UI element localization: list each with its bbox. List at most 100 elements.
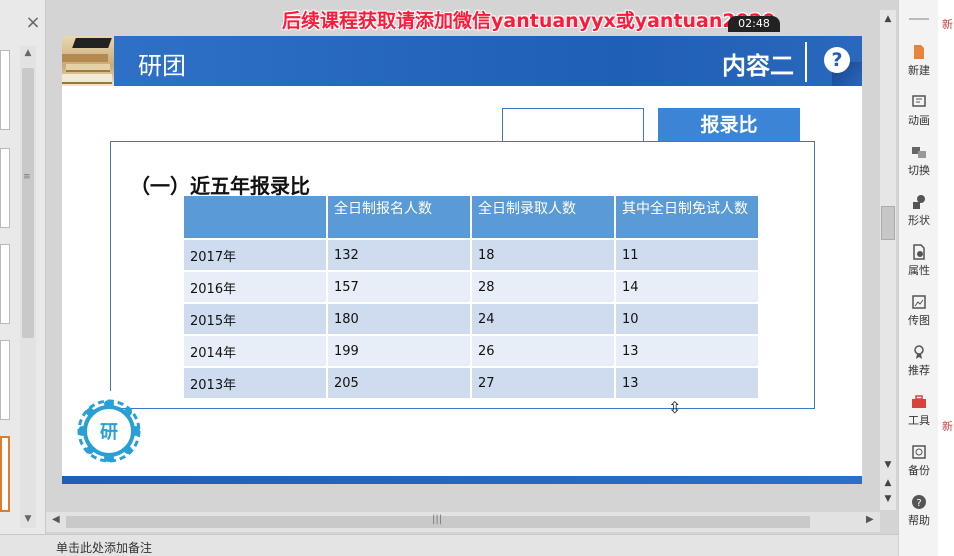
table-cell: 27 [472, 366, 614, 398]
scroll-down-icon[interactable]: ▼ [880, 460, 896, 470]
canvas-vertical-scrollbar[interactable]: ▲ ▼ ▲ ▼ [880, 10, 896, 510]
slide-logo-text: 研团 [138, 52, 186, 80]
table-header-cell: 全日制报名人数 [328, 196, 470, 238]
toolbar-recommend-button[interactable]: 推荐 [899, 344, 939, 378]
toolbar-properties-button[interactable]: 属性 [899, 244, 939, 278]
toolbar-label: 动画 [908, 114, 930, 127]
table-cell: 2015年 [184, 302, 326, 334]
toolbar-help-button[interactable]: ? 帮助 [899, 494, 939, 528]
toolbar-transition-button[interactable]: 切换 [899, 144, 939, 178]
resize-cursor-icon: ⇳ [668, 398, 682, 417]
toolbox-icon [912, 395, 926, 408]
upload-image-icon [912, 295, 926, 309]
slide-footer-bar [62, 476, 862, 484]
table-header-row: 全日制报名人数 全日制录取人数 其中全日制免试人数 [184, 196, 758, 238]
table-header-cell [184, 196, 326, 238]
notes-placeholder[interactable]: 单击此处添加备注 [56, 539, 152, 556]
table-cell: 13 [616, 334, 758, 366]
slide-thumbnail[interactable] [0, 244, 10, 324]
slide-thumbnail[interactable] [0, 340, 10, 420]
canvas-horizontal-scrollbar[interactable]: ◀ ||| ▶ [46, 512, 880, 532]
svg-text:?: ? [916, 498, 921, 509]
slide-thumbnail[interactable] [0, 50, 10, 130]
grip-icon: ||| [432, 514, 443, 525]
shape-icon [913, 195, 925, 209]
new-file-icon [914, 45, 924, 59]
next-slide-icon[interactable]: ▼ [880, 494, 896, 504]
admission-ratio-table[interactable]: 全日制报名人数 全日制录取人数 其中全日制免试人数 2017年 132 18 1… [182, 196, 760, 398]
slide-thumbnail[interactable] [0, 148, 10, 228]
toolbar-grip [909, 18, 929, 20]
toolbar-new-button[interactable]: 新建 [899, 44, 939, 78]
transition-icon [912, 147, 926, 158]
edge-text: 新 [942, 420, 953, 433]
notes-pane[interactable]: 单击此处添加备注 [0, 534, 898, 556]
table-cell: 2017年 [184, 238, 326, 270]
empty-text-box[interactable] [502, 108, 644, 142]
toolbar-upload-image-button[interactable]: 传图 [899, 294, 939, 328]
toolbar-label: 形状 [908, 214, 930, 227]
video-timestamp: 02:48 [728, 16, 780, 32]
slide-header: 研团 内容二 ? [62, 36, 862, 86]
slide[interactable]: 研团 内容二 ? 报录比 （一）近五年报录比 全日制报名人数 全日制录取人数 其… [62, 36, 862, 484]
table-cell: 205 [328, 366, 470, 398]
yan-logo-icon: 研 [77, 399, 141, 463]
table-row: 2013年 205 27 13 [184, 366, 758, 398]
thumbnail-scrollbar[interactable]: ▲ ≡ ▼ [20, 46, 36, 528]
table-cell: 18 [472, 238, 614, 270]
table-cell: 157 [328, 270, 470, 302]
logo-char: 研 [100, 422, 118, 443]
scroll-thumb[interactable] [881, 206, 895, 240]
table-cell: 24 [472, 302, 614, 334]
slide-section-title: 内容二 [722, 52, 794, 80]
animation-icon [912, 95, 926, 107]
table-cell: 199 [328, 334, 470, 366]
table-cell: 2014年 [184, 334, 326, 366]
table-cell: 132 [328, 238, 470, 270]
grip-icon: ≡ [23, 172, 31, 182]
table-cell: 2016年 [184, 270, 326, 302]
section-title[interactable]: （一）近五年报录比 [130, 170, 310, 199]
toolbar-label: 新建 [908, 64, 930, 77]
watermark-text: 后续课程获取请添加微信yantuanyyx或yantuan2020 [282, 10, 776, 32]
scroll-thumb[interactable] [22, 68, 34, 338]
prev-slide-icon[interactable]: ▲ [880, 478, 896, 488]
question-icon: ? [824, 47, 850, 73]
table-row: 2016年 157 28 14 [184, 270, 758, 302]
backup-icon [912, 445, 926, 459]
recommend-icon [914, 345, 924, 359]
table-cell: 10 [616, 302, 758, 334]
help-icon: ? [912, 495, 926, 509]
adjacent-panel-edge: 新 新 [938, 0, 954, 556]
toolbar-animation-button[interactable]: 动画 [899, 94, 939, 128]
scroll-down-icon[interactable]: ▼ [20, 514, 36, 528]
ratio-label-box[interactable]: 报录比 [658, 108, 800, 142]
toolbar-label: 传图 [908, 314, 930, 327]
slide-thumbnail-selected[interactable] [0, 436, 10, 512]
toolbar-tools-button[interactable]: 工具 [899, 394, 939, 428]
table-cell: 28 [472, 270, 614, 302]
table-header-cell: 其中全日制免试人数 [616, 196, 758, 238]
slide-canvas: 研团 内容二 ? 报录比 （一）近五年报录比 全日制报名人数 全日制录取人数 其… [46, 0, 880, 512]
table-cell: 11 [616, 238, 758, 270]
frame-left-border [110, 141, 111, 391]
table-header-cell: 全日制录取人数 [472, 196, 614, 238]
toolbar-backup-button[interactable]: 备份 [899, 444, 939, 478]
toolbar-label: 属性 [908, 264, 930, 277]
close-pane-icon[interactable]: × [24, 14, 42, 32]
toolbar-label: 备份 [908, 464, 930, 477]
table-row: 2014年 199 26 13 [184, 334, 758, 366]
toolbar-shape-button[interactable]: 形状 [899, 194, 939, 228]
right-task-toolbar: 新建 动画 切换 形状 属性 传图 推荐 工具 备份 ? 帮助 [898, 0, 938, 556]
scroll-right-icon[interactable]: ▶ [866, 514, 874, 525]
toolbar-label: 切换 [908, 164, 930, 177]
scroll-up-icon[interactable]: ▲ [20, 48, 36, 62]
table-cell: 13 [616, 366, 758, 398]
scroll-up-icon[interactable]: ▲ [880, 14, 896, 24]
scroll-left-icon[interactable]: ◀ [52, 514, 60, 525]
toolbar-label: 工具 [908, 414, 930, 427]
edge-text: 新 [942, 18, 953, 31]
books-graduation-cap-image [62, 36, 114, 86]
properties-icon [913, 244, 925, 260]
table-row: 2015年 180 24 10 [184, 302, 758, 334]
